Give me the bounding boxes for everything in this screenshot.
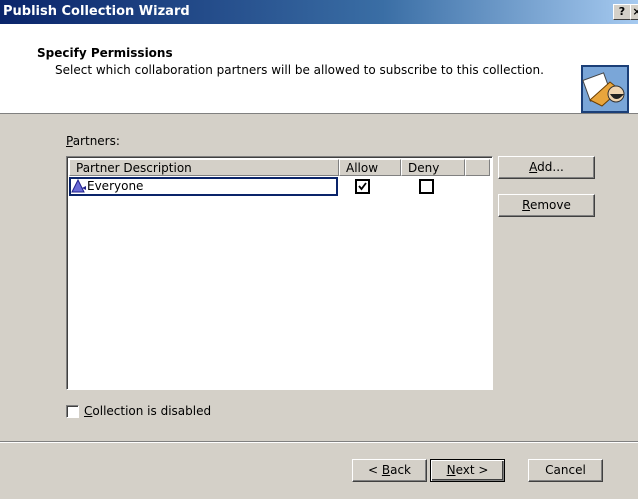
partners-label: Partners: [66,134,120,148]
close-button[interactable]: × [630,4,638,20]
deny-checkbox[interactable] [419,179,434,194]
help-button[interactable]: ? [613,4,631,20]
page-subtitle: Select which collaboration partners will… [55,63,544,77]
column-allow[interactable]: Allow [339,159,401,176]
group-icon [71,179,86,193]
partners-list[interactable]: Partner Description Allow Deny Everyone [66,156,493,390]
next-button[interactable]: Next > [430,459,505,482]
allow-checkbox[interactable] [355,179,370,194]
column-partner-description[interactable]: Partner Description [69,159,339,176]
column-filler [465,159,490,176]
partner-name: Everyone [87,179,144,193]
title-bar: Publish Collection Wizard ? × [0,0,638,24]
collection-disabled-label[interactable]: Collection is disabled [84,404,211,418]
page-title: Specify Permissions [37,46,173,60]
back-button[interactable]: < Back [352,459,427,482]
cancel-button[interactable]: Cancel [528,459,603,482]
wizard-header: Specify Permissions Select which collabo… [0,24,638,114]
checkmark-icon [358,182,367,191]
list-item[interactable]: Everyone [69,177,469,196]
column-deny[interactable]: Deny [401,159,465,176]
collection-disabled-checkbox[interactable] [66,405,79,418]
footer-separator [0,441,638,443]
window-title: Publish Collection Wizard [3,4,190,19]
wizard-icon [581,65,629,113]
add-button[interactable]: Add... [498,156,595,179]
remove-button[interactable]: Remove [498,194,595,217]
